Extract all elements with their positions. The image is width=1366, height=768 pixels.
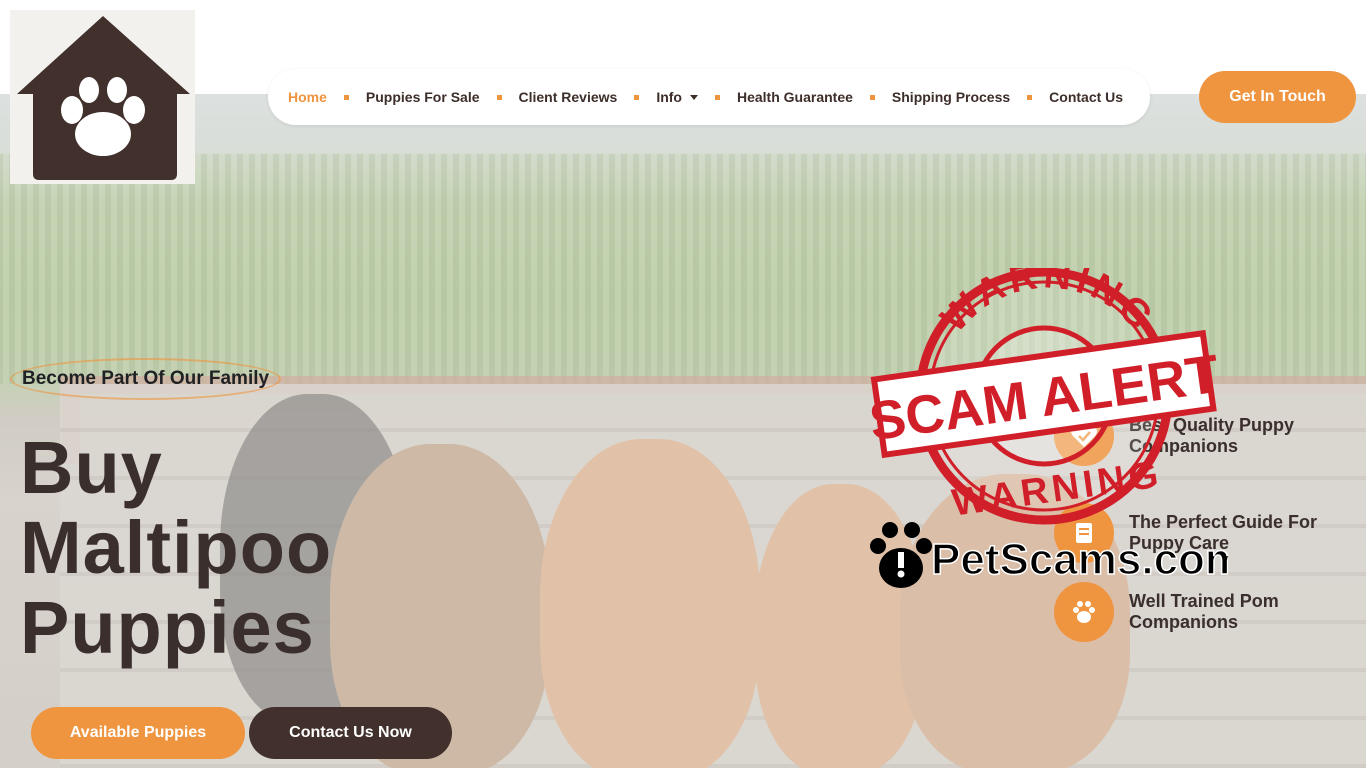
available-puppies-button[interactable]: Available Puppies (31, 707, 245, 759)
nav-health-guarantee[interactable]: Health Guarantee (737, 89, 853, 105)
headline-line-3: Puppies (20, 586, 315, 669)
nav-separator (714, 94, 720, 100)
nav-client-reviews[interactable]: Client Reviews (519, 89, 618, 105)
scam-alert-stamp: WARNING SCAM ALERT WARNING PetScams.com (868, 268, 1228, 588)
nav-separator (1027, 94, 1033, 100)
contact-us-now-button[interactable]: Contact Us Now (249, 707, 452, 759)
petscams-watermark: PetScams.com (931, 535, 1228, 584)
warning-paw-icon (870, 522, 932, 588)
nav-home[interactable]: Home (288, 89, 327, 105)
paw-house-icon (17, 16, 190, 180)
nav-info[interactable]: Info (656, 89, 698, 105)
chevron-down-icon (689, 94, 698, 100)
nav-shipping-process[interactable]: Shipping Process (892, 89, 1010, 105)
main-navigation: Home Puppies For Sale Client Reviews Inf… (268, 69, 1150, 125)
hero-headline: Buy Maltipoo Puppies (20, 428, 332, 668)
hero-tagline: Become Part Of Our Family (10, 358, 282, 400)
nav-contact-us[interactable]: Contact Us (1049, 89, 1123, 105)
get-in-touch-button[interactable]: Get In Touch (1199, 71, 1356, 123)
site-logo[interactable] (10, 10, 195, 184)
nav-separator (634, 94, 640, 100)
nav-separator (343, 94, 349, 100)
nav-info-label: Info (656, 89, 682, 105)
headline-line-2: Maltipoo (20, 506, 333, 589)
headline-line-1: Buy (20, 426, 163, 509)
nav-puppies-for-sale[interactable]: Puppies For Sale (366, 89, 480, 105)
nav-separator (869, 94, 875, 100)
nav-separator (496, 94, 502, 100)
